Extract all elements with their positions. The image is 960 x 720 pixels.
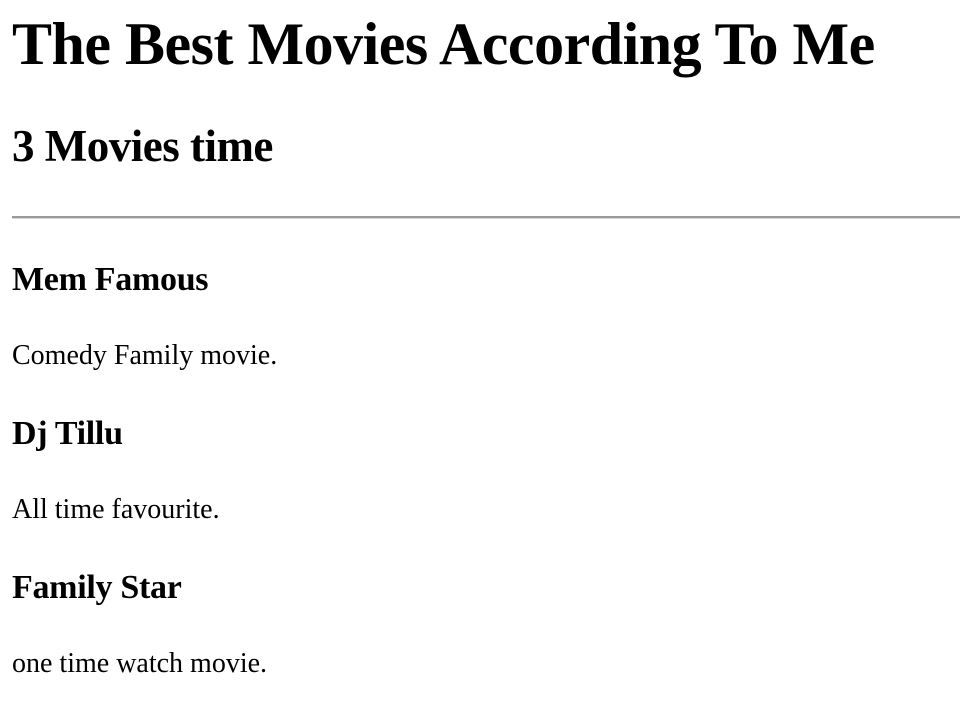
divider bbox=[12, 216, 960, 219]
page-title: The Best Movies According To Me bbox=[12, 11, 875, 77]
movie-description: one time watch movie. bbox=[12, 648, 268, 679]
movie-list: Mem Famous Comedy Family movie. Dj Tillu… bbox=[12, 258, 960, 682]
movie-item: Mem Famous Comedy Family movie. bbox=[12, 258, 960, 374]
movie-title: Family Star bbox=[12, 569, 182, 606]
page-content: The Best Movies According To Me 3 Movies… bbox=[0, 0, 960, 172]
movie-description: Comedy Family movie. bbox=[12, 340, 278, 371]
movie-title: Mem Famous bbox=[12, 261, 209, 298]
movie-item: Family Star one time watch movie. bbox=[12, 566, 960, 682]
movie-item: Dj Tillu All time favourite. bbox=[12, 412, 960, 528]
movie-description: All time favourite. bbox=[12, 494, 220, 525]
page-subtitle: 3 Movies time bbox=[12, 121, 273, 171]
movie-title: Dj Tillu bbox=[12, 415, 123, 452]
